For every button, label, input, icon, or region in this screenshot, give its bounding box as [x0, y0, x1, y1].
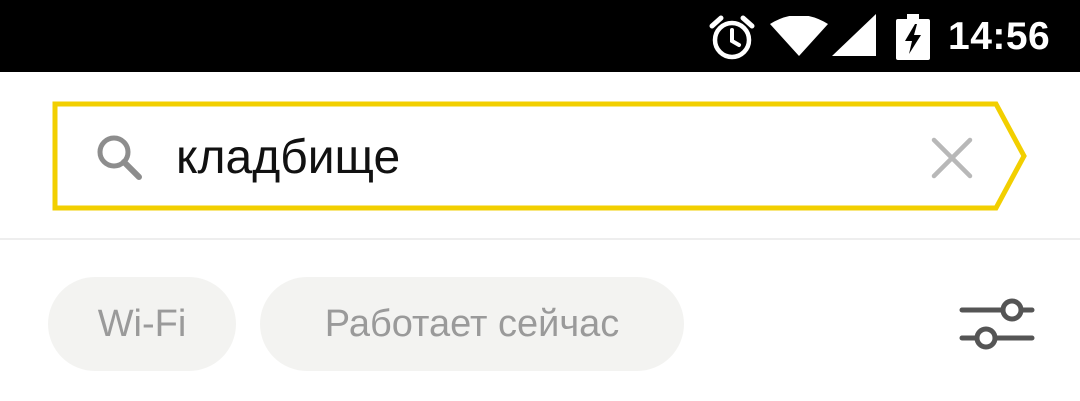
sliders-icon[interactable]	[958, 292, 1036, 356]
close-icon[interactable]	[928, 134, 976, 182]
search-icon	[97, 135, 142, 180]
chip-wifi[interactable]: Wi-Fi	[48, 277, 236, 371]
status-time: 14:56	[948, 15, 1051, 58]
chip-open-now[interactable]: Работает сейчас	[260, 277, 684, 371]
battery-charging-icon	[896, 14, 930, 60]
wifi-icon	[770, 16, 828, 56]
divider	[0, 238, 1080, 240]
alarm-icon	[709, 15, 755, 60]
search-input[interactable]: кладбище	[176, 128, 400, 188]
search-bar[interactable]: кладбище	[50, 100, 1030, 212]
cell-signal-icon	[832, 14, 876, 56]
status-bar: 14:56	[0, 0, 1080, 72]
